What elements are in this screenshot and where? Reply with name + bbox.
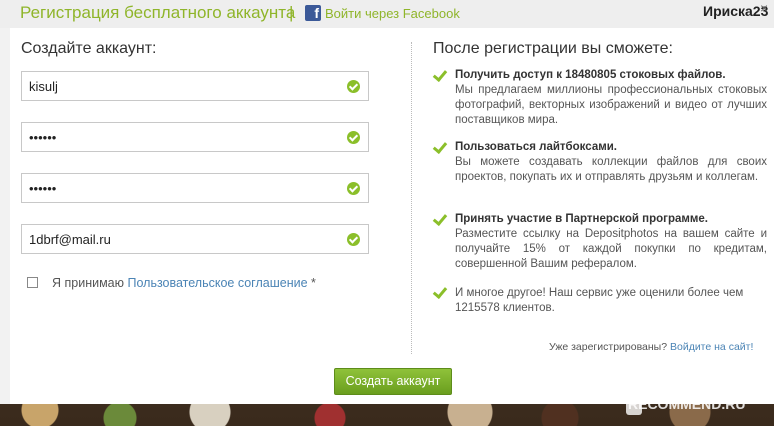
login-link[interactable]: Войдите на сайт!: [670, 341, 753, 353]
email-value: 1dbrf@mail.ru: [29, 232, 111, 247]
check-icon: [433, 70, 447, 82]
required-mark: *: [307, 276, 316, 290]
benefit-title: Получить доступ к 18480805 стоковых файл…: [455, 69, 726, 81]
dialog-header: Регистрация бесплатного аккаунта | f Вой…: [0, 0, 774, 28]
benefit-title: Пользоваться лайтбоксами.: [455, 141, 617, 153]
password-field[interactable]: ••••••: [21, 122, 369, 152]
close-icon[interactable]: ×: [760, 0, 768, 16]
already-registered: Уже зарегистрированы? Войдите на сайт!: [549, 341, 753, 353]
column-divider: [411, 42, 412, 354]
username-value: kisulj: [29, 79, 58, 94]
valid-check-icon: [347, 80, 360, 93]
dialog-title: Регистрация бесплатного аккаунта: [20, 3, 296, 22]
username-field[interactable]: kisulj: [21, 71, 369, 101]
check-icon: [433, 287, 447, 299]
user-agreement-link[interactable]: Пользовательское соглашение: [127, 276, 307, 290]
user-name: Ириска23: [703, 3, 769, 19]
valid-check-icon: [347, 131, 360, 144]
registration-dialog: Регистрация бесплатного аккаунта | f Вой…: [0, 0, 774, 404]
watermark: RECOMMEND.RU: [628, 396, 746, 412]
benefit-text: И многое другое! Наш сервис уже оценили …: [455, 287, 744, 314]
valid-check-icon: [347, 182, 360, 195]
benefit-text: Мы предлагаем миллионы профессиональных …: [455, 84, 767, 126]
already-registered-text: Уже зарегистрированы?: [549, 341, 668, 353]
benefit-title: Принять участие в Партнерской программе.: [455, 213, 708, 225]
facebook-icon[interactable]: f: [305, 5, 321, 21]
password-value: ••••••: [29, 130, 57, 145]
benefit-text: Вы можете создавать коллекции файлов для…: [455, 156, 767, 183]
agree-checkbox[interactable]: [27, 277, 38, 288]
header-separator: |: [289, 3, 294, 22]
check-icon: [433, 214, 447, 226]
benefit-text: Разместите ссылку на Depositphotos на ва…: [455, 228, 767, 270]
agree-label: Я принимаю Пользовательское соглашение *: [52, 276, 316, 290]
agree-prefix: Я принимаю: [52, 276, 128, 290]
facebook-login-link[interactable]: Войти через Facebook: [325, 6, 460, 21]
create-account-title: Создайте аккаунт:: [21, 40, 157, 57]
confirm-password-field[interactable]: ••••••: [21, 173, 369, 203]
create-account-button[interactable]: Создать аккаунт: [334, 368, 452, 395]
email-field[interactable]: 1dbrf@mail.ru: [21, 224, 369, 254]
confirm-password-value: ••••••: [29, 181, 57, 196]
benefits-title: После регистрации вы сможете:: [433, 40, 673, 57]
valid-check-icon: [347, 233, 360, 246]
check-icon: [433, 142, 447, 154]
